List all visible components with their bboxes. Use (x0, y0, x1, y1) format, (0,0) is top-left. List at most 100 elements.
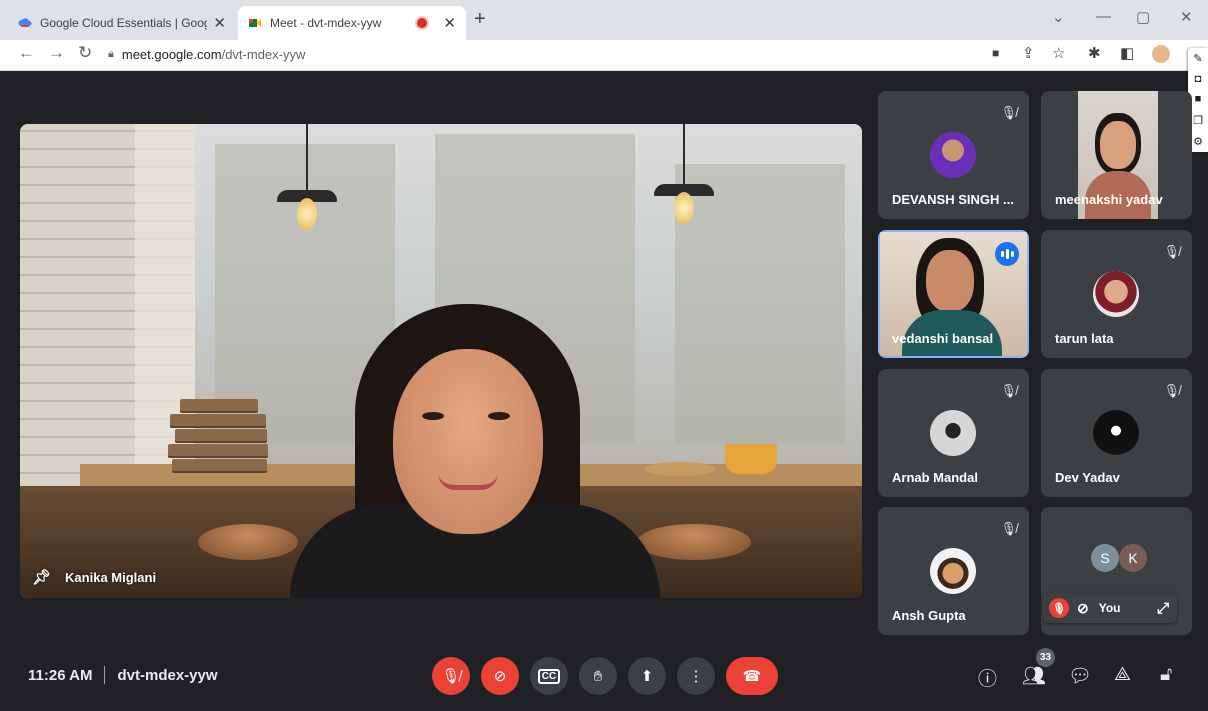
participant-name: tarun lata (1055, 331, 1114, 346)
divider (104, 666, 106, 684)
lamp-cord (306, 124, 308, 190)
participant-tile[interactable]: 🎙︎̸ DEVANSH SINGH ... (878, 91, 1029, 219)
pen-icon[interactable]: ✎ (1193, 52, 1202, 65)
avatar (930, 410, 976, 456)
mic-off-icon: 🎙︎̸ (1000, 383, 1017, 398)
microphone-toggle-button[interactable]: 🎙︎̸ (432, 657, 470, 695)
book (180, 399, 258, 413)
stool (198, 524, 298, 560)
camera-in-use-icon[interactable]: ■ (992, 46, 999, 60)
google-cloud-icon (18, 18, 32, 27)
close-tab-icon[interactable]: ✕ (443, 14, 456, 32)
plate-of-cookies (645, 462, 715, 476)
background-building (675, 164, 845, 444)
meeting-details-icon[interactable]: ⓘ (978, 664, 997, 691)
extensions-icon[interactable]: ✱ (1088, 44, 1101, 62)
avatar (1093, 410, 1139, 456)
lamp-cord (683, 124, 685, 184)
present-icon: ⬆ (640, 668, 654, 685)
lock-icon: 🔒︎ (108, 47, 114, 60)
leave-call-button[interactable]: ☎︎ (726, 657, 778, 695)
participant-face (926, 250, 974, 312)
avatar (930, 132, 976, 178)
google-meet-icon (249, 19, 261, 27)
address-path: /dvt-mdex-yyw (221, 46, 306, 62)
participant-name: Arnab Mandal (892, 470, 978, 485)
participant-name: Ansh Gupta (892, 608, 966, 623)
speaker-face (393, 349, 543, 534)
tab-title: Google Cloud Essentials | Google (40, 16, 208, 30)
mic-off-icon: 🎙︎̸ (441, 668, 461, 685)
avatar (930, 548, 976, 594)
expand-icon[interactable]: ⤢ (1157, 600, 1169, 617)
closed-captions-icon: CC (537, 668, 561, 684)
present-screen-button[interactable]: ⬆ (628, 657, 666, 695)
profile-avatar[interactable] (1152, 45, 1170, 63)
participant-tile[interactable]: meenakshi yadav (1041, 91, 1192, 219)
tab-title: Meet - dvt-mdex-yyw (270, 16, 382, 30)
reload-icon[interactable]: ↻ (78, 43, 92, 63)
self-mic-off-icon: 🎙︎ (1049, 598, 1069, 618)
people-icon[interactable]: 👥︎ (1022, 664, 1046, 688)
restore-icon[interactable]: ▢ (1136, 8, 1150, 26)
side-panel-icon[interactable]: ◧ (1120, 44, 1134, 62)
mic-off-icon: 🎙︎̸ (1163, 383, 1180, 398)
participant-tile[interactable]: 🎙︎̸ Dev Yadav (1041, 369, 1192, 497)
lamp-bulb (674, 192, 694, 224)
main-speaker-video[interactable]: 📌︎ Kanika Miglani (20, 124, 862, 598)
settings-icon[interactable]: ⚙ (1193, 135, 1203, 148)
captions-button[interactable]: CC (530, 657, 568, 695)
camera-off-icon: ⊘ (493, 668, 507, 685)
window-close-icon[interactable]: ✕ (1180, 8, 1193, 26)
others-avatar: S (1091, 544, 1119, 572)
lamp-bulb (297, 198, 317, 230)
main-speaker-name: Kanika Miglani (65, 569, 157, 585)
new-tab-icon[interactable]: + (474, 8, 486, 31)
browser-tab-meet[interactable]: Meet - dvt-mdex-yyw ✕ (238, 6, 466, 40)
back-icon[interactable]: ← (18, 43, 35, 63)
camera-toggle-button[interactable]: ⊘ (481, 657, 519, 695)
camera-icon[interactable]: ◘ (1195, 73, 1202, 85)
video-icon[interactable]: ■ (1195, 93, 1202, 105)
more-vert-icon: ⋮ (688, 668, 704, 685)
participant-tile[interactable]: 🎙︎̸ tarun lata (1041, 230, 1192, 358)
participant-name: Dev Yadav (1055, 470, 1120, 485)
pin-icon[interactable]: 📌︎ (32, 568, 51, 586)
participant-tile[interactable]: 🎙︎̸ Ansh Gupta (878, 507, 1029, 635)
raise-hand-button[interactable]: ✋︎ (579, 657, 617, 695)
mic-off-icon: 🎙︎̸ (1000, 521, 1017, 536)
others-tile[interactable]: S K 🎙︎ ⊘ You ⤢ (1041, 507, 1192, 635)
minimize-icon[interactable]: — (1096, 8, 1111, 25)
more-options-button[interactable]: ⋮ (677, 657, 715, 695)
avatar (1093, 271, 1139, 317)
bookmark-star-icon[interactable]: ☆ (1052, 44, 1065, 62)
activities-icon[interactable]: ⟁ (1114, 664, 1131, 686)
address-bar[interactable]: 🔒︎ meet.google.com/dvt-mdex-yyw (108, 43, 978, 65)
meeting-code: dvt-mdex-yyw (117, 666, 218, 684)
others-avatar: K (1119, 544, 1147, 572)
host-controls-icon[interactable]: 🔓︎ (1160, 664, 1172, 686)
participant-name: vedanshi bansal (892, 331, 994, 346)
forward-icon[interactable]: → (48, 43, 65, 63)
speaker-eye (422, 412, 444, 420)
participant-tile[interactable]: 🎙︎̸ Arnab Mandal (878, 369, 1029, 497)
participant-name: DEVANSH SINGH ... (892, 192, 1014, 207)
book (175, 429, 267, 443)
book (168, 444, 268, 458)
meeting-time: 11:26 AM (28, 666, 93, 684)
tab-search-icon[interactable]: ⌄ (1052, 8, 1065, 26)
copy-icon[interactable]: ❐ (1193, 114, 1203, 127)
browser-tab-cloud-essentials[interactable]: Google Cloud Essentials | Google ✕ (8, 6, 236, 40)
speaker-eye (488, 412, 510, 420)
participant-name: meenakshi yadav (1055, 192, 1163, 207)
share-icon[interactable]: ⇪ (1022, 44, 1035, 62)
book (170, 414, 266, 428)
self-view-bar[interactable]: 🎙︎ ⊘ You ⤢ (1043, 593, 1177, 623)
chat-icon[interactable]: 💬︎ (1068, 664, 1092, 688)
participant-tile-active-speaker[interactable]: vedanshi bansal (878, 230, 1029, 358)
close-tab-icon[interactable]: ✕ (213, 14, 226, 32)
self-view-label: You (1098, 601, 1121, 615)
speaker-smile (438, 473, 498, 490)
meeting-info: 11:26 AM dvt-mdex-yyw (28, 666, 218, 684)
stool (637, 524, 751, 560)
